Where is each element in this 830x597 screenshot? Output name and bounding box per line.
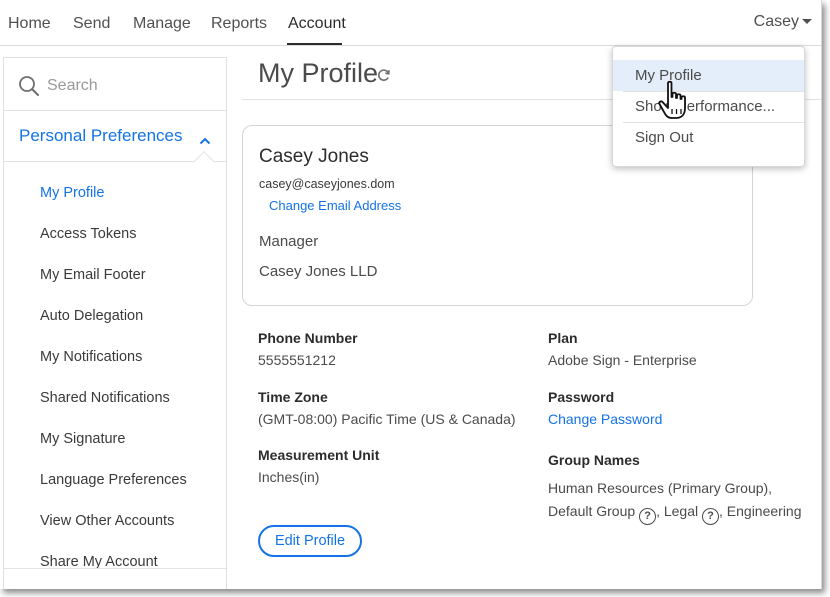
- plan-value: Adobe Sign - Enterprise: [548, 352, 697, 368]
- nav-account[interactable]: Account: [288, 15, 346, 33]
- user-name: Casey: [753, 13, 799, 30]
- sidebar-divider: [4, 568, 226, 569]
- search-input[interactable]: Search: [4, 58, 226, 111]
- group-names-label: Group Names: [548, 452, 640, 468]
- group-names-part3: , Engineering: [719, 503, 802, 519]
- section-title: Personal Preferences: [19, 126, 183, 145]
- change-email-link[interactable]: Change Email Address: [269, 198, 401, 213]
- sidebar-list: My Profile Access Tokens My Email Footer…: [4, 162, 226, 582]
- sidebar-item-my-signature[interactable]: My Signature: [4, 418, 226, 459]
- caret-down-icon: [802, 19, 812, 25]
- page-title: My Profile: [258, 58, 379, 88]
- edit-profile-button[interactable]: Edit Profile: [258, 525, 362, 557]
- measurement-unit-value: Inches(in): [258, 469, 320, 485]
- sidebar-item-my-notifications[interactable]: My Notifications: [4, 336, 226, 377]
- sidebar-item-my-email-footer[interactable]: My Email Footer: [4, 254, 226, 295]
- phone-label: Phone Number: [258, 330, 358, 346]
- sidebar-item-shared-notifications[interactable]: Shared Notifications: [4, 377, 226, 418]
- active-tab-indicator: [287, 43, 342, 45]
- refresh-icon[interactable]: [377, 68, 391, 87]
- menu-item-sign-out[interactable]: Sign Out: [613, 122, 804, 153]
- sidebar-item-language-preferences[interactable]: Language Preferences: [4, 459, 226, 500]
- nav-send[interactable]: Send: [73, 15, 110, 33]
- sidebar: Search Personal Preferences My Profile A…: [3, 57, 227, 589]
- profile-company: Casey Jones LLD: [259, 263, 378, 280]
- timezone-value: (GMT-08:00) Pacific Time (US & Canada): [258, 411, 516, 427]
- sidebar-item-share-my-account[interactable]: Share My Account: [4, 541, 226, 582]
- nav-manage[interactable]: Manage: [133, 15, 191, 33]
- measurement-unit-label: Measurement Unit: [258, 447, 380, 463]
- chevron-up-icon: [199, 132, 211, 150]
- nav-home[interactable]: Home: [8, 15, 51, 33]
- plan-label: Plan: [548, 330, 578, 346]
- user-menu-button[interactable]: Casey: [754, 13, 812, 31]
- change-password-link[interactable]: Change Password: [548, 411, 662, 427]
- sidebar-item-my-profile[interactable]: My Profile: [4, 172, 226, 213]
- help-icon[interactable]: ?: [639, 508, 657, 525]
- app-window: Home Send Manage Reports Account Casey S…: [0, 0, 822, 589]
- timezone-label: Time Zone: [258, 389, 328, 405]
- group-names-part2: , Legal: [656, 503, 699, 519]
- menu-item-my-profile[interactable]: My Profile: [613, 60, 804, 91]
- hand-cursor-icon: [656, 80, 690, 127]
- profile-email: casey@caseyjones.dom: [259, 177, 395, 191]
- sidebar-item-auto-delegation[interactable]: Auto Delegation: [4, 295, 226, 336]
- nav-reports[interactable]: Reports: [211, 15, 267, 33]
- sidebar-item-access-tokens[interactable]: Access Tokens: [4, 213, 226, 254]
- search-placeholder: Search: [47, 77, 98, 94]
- profile-job-title: Manager: [259, 233, 319, 250]
- section-personal-preferences[interactable]: Personal Preferences: [4, 111, 226, 171]
- user-dropdown-menu: My Profile Show Performance... Sign Out: [612, 46, 805, 167]
- group-names-value: Human Resources (Primary Group), Default…: [548, 477, 818, 525]
- sidebar-item-view-other-accounts[interactable]: View Other Accounts: [4, 500, 226, 541]
- menu-item-show-performance[interactable]: Show Performance...: [613, 91, 804, 122]
- search-icon: [18, 75, 40, 102]
- top-nav: Home Send Manage Reports Account Casey: [0, 0, 821, 46]
- profile-name: Casey Jones: [259, 146, 369, 167]
- help-icon[interactable]: ?: [702, 508, 719, 525]
- password-label: Password: [548, 389, 615, 405]
- phone-value: 5555551212: [258, 352, 336, 368]
